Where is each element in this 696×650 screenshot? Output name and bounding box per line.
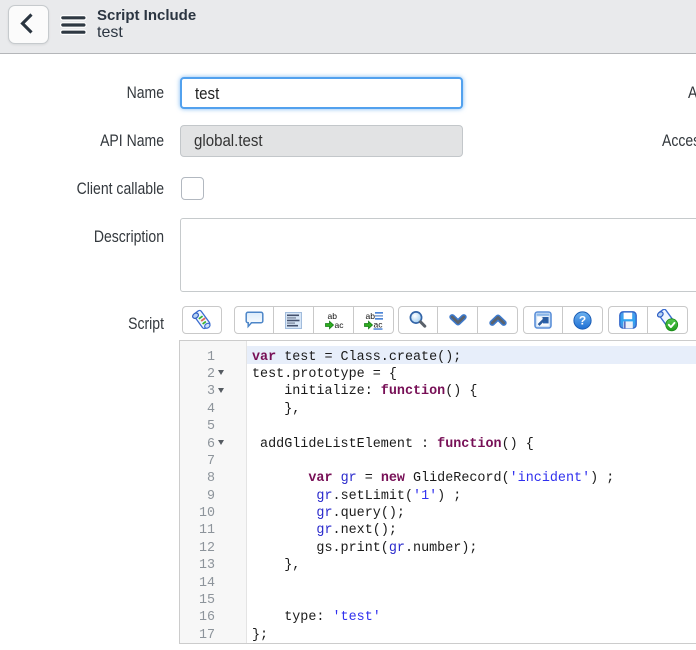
svg-text:ac: ac xyxy=(373,319,383,329)
svg-text:?: ? xyxy=(579,313,586,327)
svg-text:ac: ac xyxy=(334,320,344,330)
